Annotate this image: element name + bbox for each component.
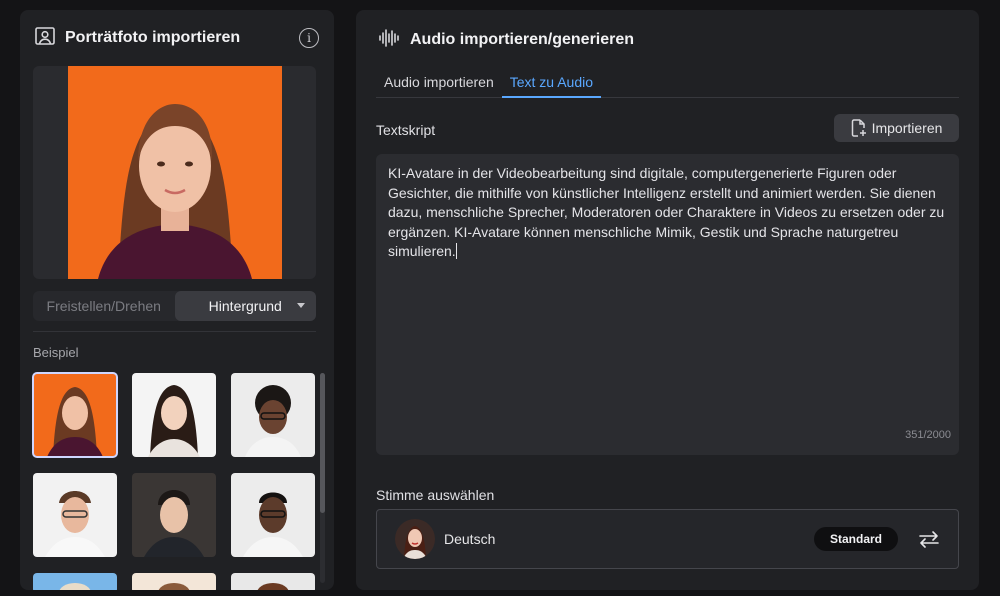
portrait-panel-header: Porträtfoto importieren i [35,26,319,50]
audio-panel: Audio importieren/generieren Audio impor… [356,10,979,590]
example-thumb-3[interactable] [231,373,315,457]
audio-tabs: Audio importieren Text zu Audio [376,72,959,98]
edit-mode-toggle: Freistellen/Drehen Hintergrund [33,291,316,321]
portrait-import-panel: Porträtfoto importieren i Freistellen/Dr… [20,10,334,590]
portrait-panel-title: Porträtfoto importieren [65,29,241,46]
script-label: Textskript [376,122,436,138]
example-thumb-5[interactable] [132,473,216,557]
tab-audio-importieren[interactable]: Audio importieren [376,72,502,98]
portrait-preview [33,66,316,279]
text-cursor [455,243,457,259]
voice-avatar [395,519,435,559]
voice-selector[interactable]: Deutsch Standard [376,509,959,569]
waveform-icon [378,28,400,52]
swap-icon[interactable] [918,530,940,548]
example-thumb-1[interactable] [32,372,118,458]
voice-name: Deutsch [444,531,496,547]
example-thumb-4[interactable] [33,473,117,557]
audio-panel-header: Audio importieren/generieren [378,28,634,52]
example-thumb-2[interactable] [132,373,216,457]
import-button[interactable]: Importieren [834,114,959,142]
hintergrund-option[interactable]: Hintergrund [174,291,316,321]
freistellen-drehen-option[interactable]: Freistellen/Drehen [33,291,175,321]
example-scrollbar[interactable] [320,373,325,583]
chevron-down-icon[interactable] [297,303,305,308]
portrait-icon [35,26,55,50]
divider [33,331,316,332]
examples-label: Beispiel [33,345,79,360]
info-icon[interactable]: i [299,28,319,48]
tab-text-zu-audio[interactable]: Text zu Audio [501,72,602,98]
hintergrund-label: Hintergrund [208,298,282,314]
example-thumb-7[interactable] [33,573,117,590]
add-file-icon [851,119,867,137]
import-button-label: Importieren [871,120,943,136]
example-thumb-6[interactable] [231,473,315,557]
scrollbar-thumb[interactable] [320,373,325,513]
voice-label: Stimme auswählen [376,487,495,503]
portrait-image [68,66,282,279]
audio-panel-title: Audio importieren/generieren [410,31,635,48]
example-thumb-8[interactable] [132,573,216,590]
character-counter: 351/2000 [905,428,951,441]
script-text: KI-Avatare in der Videobearbeitung sind … [388,165,945,259]
example-thumb-9[interactable] [231,573,315,590]
script-textarea[interactable]: KI-Avatare in der Videobearbeitung sind … [376,154,959,455]
voice-quality-badge: Standard [813,527,898,551]
